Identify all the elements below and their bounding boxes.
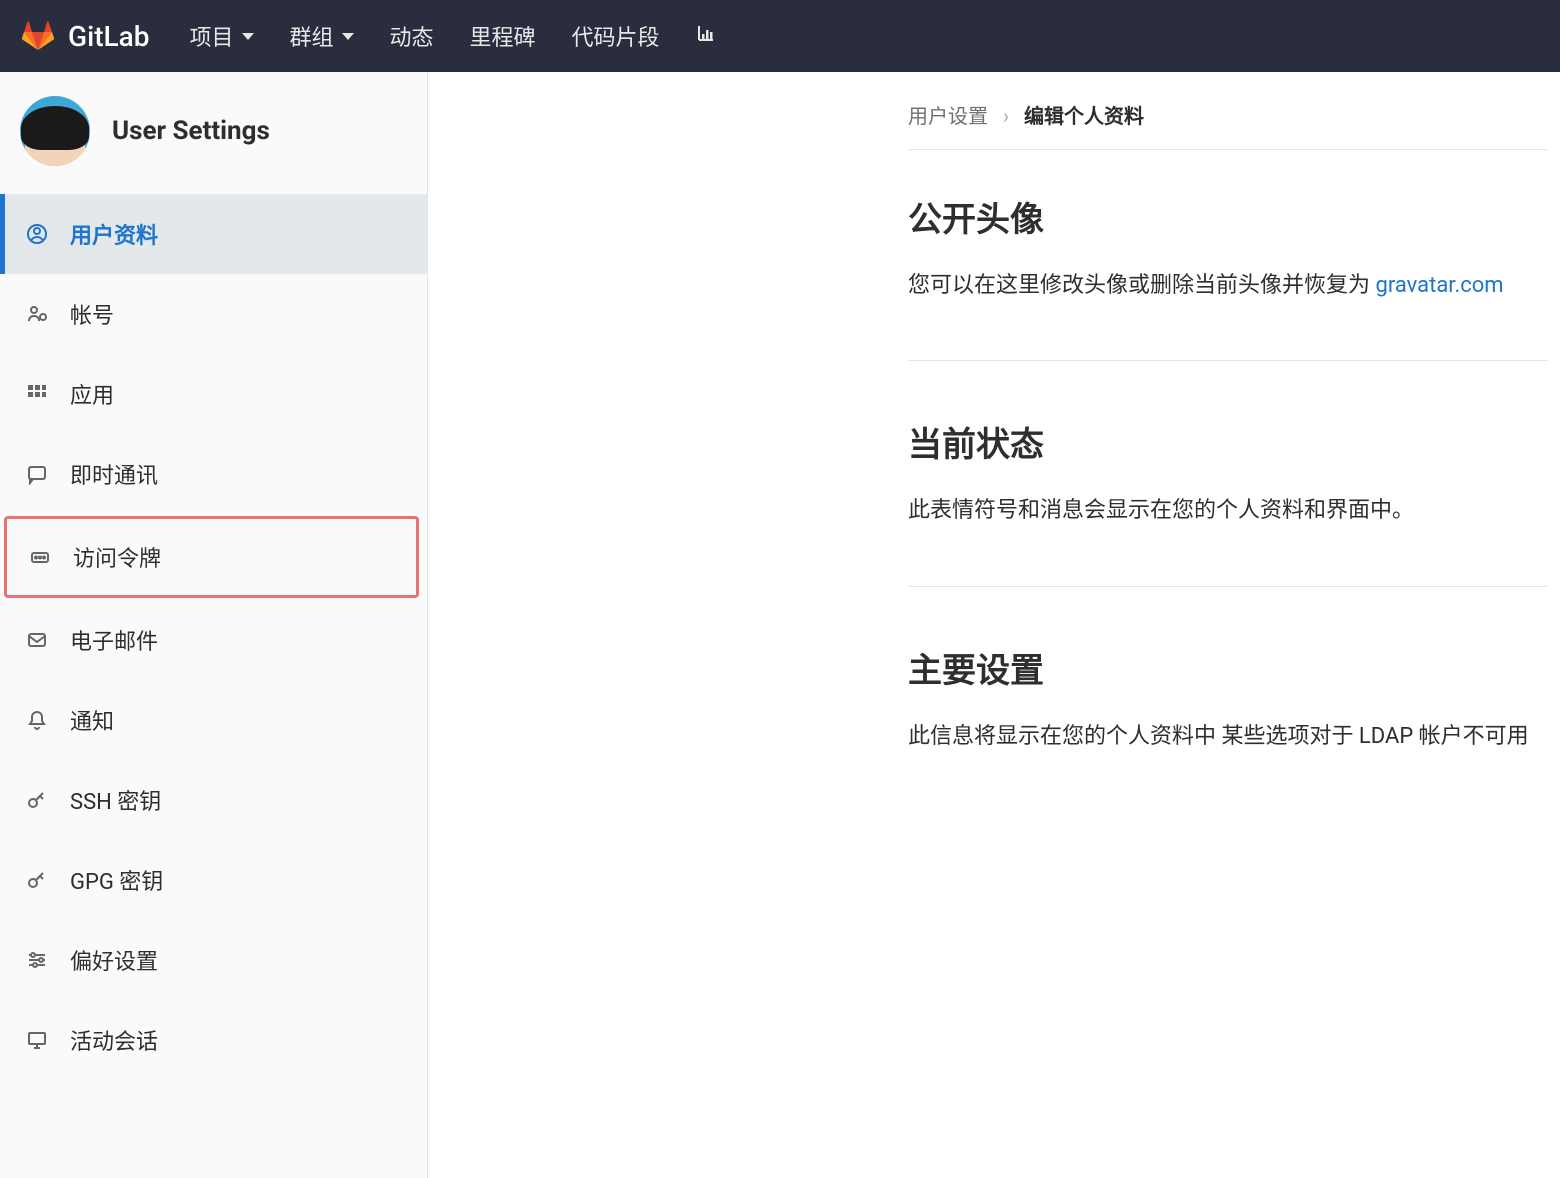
notification-icon — [26, 709, 48, 731]
sidebar-item-chat[interactable]: 即时通讯 — [0, 434, 427, 514]
nav-analytics[interactable] — [696, 23, 716, 49]
section-title: 当前状态 — [908, 417, 1548, 466]
sidebar-item-label: 应用 — [70, 378, 114, 410]
sidebar-item-preferences[interactable]: 偏好设置 — [0, 920, 427, 1000]
section-description: 此信息将显示在您的个人资料中 某些选项对于 LDAP 帐户不可用 — [908, 718, 1548, 755]
preferences-icon — [26, 949, 48, 971]
navbar-menu: 项目 群组 动态 里程碑 代码片段 — [189, 20, 715, 52]
sidebar-item-ssh-keys[interactable]: SSH 密钥 — [0, 760, 427, 840]
token-icon — [29, 546, 51, 568]
nav-milestones[interactable]: 里程碑 — [470, 20, 536, 52]
sidebar-item-notifications[interactable]: 通知 — [0, 680, 427, 760]
gitlab-logo-icon — [20, 16, 56, 56]
gitlab-logo-text: GitLab — [68, 20, 149, 53]
section-main-settings: 主要设置 此信息将显示在您的个人资料中 某些选项对于 LDAP 帐户不可用 — [908, 643, 1548, 811]
nav-groups[interactable]: 群组 — [290, 20, 354, 52]
sidebar-item-emails[interactable]: 电子邮件 — [0, 600, 427, 680]
chat-icon — [26, 463, 48, 485]
section-title: 公开头像 — [908, 192, 1548, 241]
breadcrumb: 用户设置 › 编辑个人资料 — [908, 100, 1548, 150]
sidebar-item-profile[interactable]: 用户资料 — [0, 194, 427, 274]
sidebar-item-label: 即时通讯 — [70, 458, 158, 490]
sidebar-item-label: 电子邮件 — [70, 624, 158, 656]
sidebar-item-label: 用户资料 — [70, 218, 158, 250]
sidebar-item-account[interactable]: 帐号 — [0, 274, 427, 354]
breadcrumb-current: 编辑个人资料 — [1024, 104, 1144, 128]
section-description: 此表情符号和消息会显示在您的个人资料和界面中。 — [908, 492, 1548, 529]
account-icon — [26, 303, 48, 325]
sidebar-item-gpg-keys[interactable]: GPG 密钥 — [0, 840, 427, 920]
section-current-status: 当前状态 此表情符号和消息会显示在您的个人资料和界面中。 — [908, 417, 1548, 586]
profile-icon — [26, 223, 48, 245]
settings-sidebar: User Settings 用户资料 帐号 应用 即时通讯 — [0, 72, 428, 1178]
sidebar-item-label: GPG 密钥 — [70, 864, 163, 896]
sidebar-item-label: 帐号 — [70, 298, 114, 330]
gravatar-link[interactable]: gravatar.com — [1375, 273, 1503, 298]
sidebar-item-label: 活动会话 — [70, 1024, 158, 1056]
section-title: 主要设置 — [908, 643, 1548, 692]
sidebar-item-access-tokens[interactable]: 访问令牌 — [4, 516, 419, 598]
key-icon — [26, 789, 48, 811]
section-description: 您可以在这里修改头像或删除当前头像并恢复为 gravatar.com — [908, 267, 1548, 304]
apps-icon — [26, 383, 48, 405]
sidebar-item-label: SSH 密钥 — [70, 784, 161, 816]
chevron-down-icon — [342, 33, 354, 40]
top-navbar: GitLab 项目 群组 动态 里程碑 代码片段 — [0, 0, 1560, 72]
avatar[interactable] — [20, 96, 90, 166]
section-public-avatar: 公开头像 您可以在这里修改头像或删除当前头像并恢复为 gravatar.com — [908, 192, 1548, 361]
nav-projects[interactable]: 项目 — [189, 20, 253, 52]
email-icon — [26, 629, 48, 651]
gitlab-logo[interactable]: GitLab — [20, 16, 149, 56]
chart-icon — [696, 23, 716, 49]
chevron-down-icon — [242, 33, 254, 40]
main-content: 用户设置 › 编辑个人资料 公开头像 您可以在这里修改头像或删除当前头像并恢复为… — [428, 72, 1560, 1178]
nav-snippets[interactable]: 代码片段 — [572, 20, 660, 52]
breadcrumb-separator: › — [1003, 104, 1009, 128]
sidebar-item-sessions[interactable]: 活动会话 — [0, 1000, 427, 1080]
sidebar-header: User Settings — [0, 72, 427, 194]
sidebar-item-label: 偏好设置 — [70, 944, 158, 976]
sidebar-title: User Settings — [112, 116, 270, 146]
gpg-key-icon — [26, 869, 48, 891]
sessions-icon — [26, 1029, 48, 1051]
sidebar-item-label: 访问令牌 — [73, 541, 161, 573]
sidebar-item-label: 通知 — [70, 704, 114, 736]
breadcrumb-parent[interactable]: 用户设置 — [908, 104, 988, 128]
sidebar-item-applications[interactable]: 应用 — [0, 354, 427, 434]
nav-activity[interactable]: 动态 — [390, 20, 434, 52]
